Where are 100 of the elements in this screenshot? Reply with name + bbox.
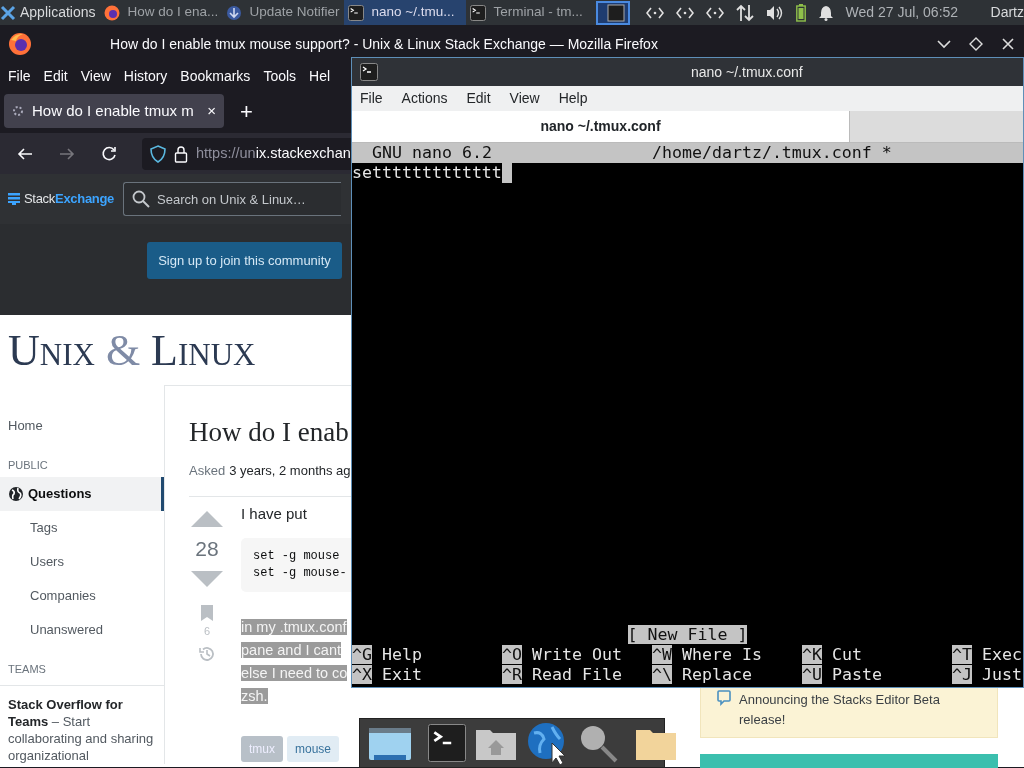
- post-text: else I need to co: [241, 664, 348, 681]
- shortcut-key: ^U: [802, 665, 822, 684]
- search-icon: [132, 190, 150, 208]
- browser-logo-icon: [8, 32, 32, 56]
- nav-item[interactable]: Companies: [0, 579, 164, 613]
- shortcut-key: ^R: [502, 665, 522, 684]
- lock-icon[interactable]: [174, 144, 188, 163]
- site-brand[interactable]: StackExchange: [8, 189, 115, 209]
- menu-item[interactable]: View: [509, 88, 540, 109]
- shortcut-label: Paste: [830, 665, 882, 684]
- section-heading: PUBLIC: [8, 457, 48, 473]
- menu-item[interactable]: Help: [558, 88, 588, 109]
- download-icon: [225, 4, 242, 21]
- nav-item[interactable]: Questions: [0, 477, 164, 511]
- site-logo[interactable]: Unix & Linux: [8, 329, 256, 373]
- menu-item[interactable]: History: [123, 65, 168, 87]
- shortcut-key: ^K: [802, 645, 822, 664]
- question-title: How do I enab: [189, 416, 350, 449]
- menu-item[interactable]: File: [360, 88, 383, 109]
- terminal-tab[interactable]: nano ~/.tmux.conf: [352, 111, 850, 142]
- asked-date: 3 years, 2 months ag: [229, 461, 351, 480]
- chat-icon: [717, 690, 731, 706]
- shortcut-label: Where Is: [680, 645, 762, 664]
- x-logo-icon: [0, 4, 16, 21]
- terminal-icon[interactable]: [428, 724, 466, 762]
- network-icon[interactable]: [705, 6, 724, 19]
- window-title: nano ~/.tmux.conf: [691, 62, 803, 82]
- loading-icon: [12, 105, 24, 117]
- menu-item[interactable]: Actions: [401, 88, 448, 109]
- search-field[interactable]: Search on Unix & Linux…: [123, 182, 341, 216]
- terminal-icon: [347, 4, 364, 21]
- transfer-icon[interactable]: [735, 3, 754, 22]
- volume-icon[interactable]: [765, 4, 784, 21]
- close-icon[interactable]: [1000, 36, 1016, 52]
- browser-tab[interactable]: How do I enable tmux m ×: [4, 94, 224, 128]
- code-block: set -g mouse set -g mouse-: [241, 537, 351, 592]
- taskbar-button[interactable]: How do I ena...: [99, 0, 222, 25]
- globe-icon: [8, 486, 24, 502]
- teams-promo: Stack Overflow for Teams – Start collaborating and sharing organizational: [0, 685, 164, 764]
- file-path: /home/dartz/.tmux.conf *: [652, 143, 892, 163]
- post-text: pane and I cant: [241, 641, 341, 658]
- status-message: [ New File ]: [627, 625, 748, 644]
- taskbar-button[interactable]: nano ~/.tmu...: [343, 0, 466, 25]
- post-text: in my .tmux.conf: [241, 618, 347, 635]
- editor-line: settttttttttttt: [352, 163, 502, 183]
- shortcut-key: ^G: [352, 645, 372, 664]
- shortcut-key: ^T: [952, 645, 972, 664]
- bookmark-count: 6: [203, 623, 211, 639]
- shortcut-key: ^O: [502, 645, 522, 664]
- applications-menu[interactable]: Applications: [0, 2, 100, 23]
- clock[interactable]: Wed 27 Jul, 06:52: [845, 2, 959, 23]
- tag[interactable]: mouse: [287, 735, 340, 762]
- nav-item[interactable]: Tags: [0, 511, 164, 545]
- shortcut-label: Read File: [530, 665, 622, 684]
- shield-icon[interactable]: [150, 144, 166, 163]
- notice-link[interactable]: Announcing the Stacks Editor Beta release!: [739, 690, 981, 729]
- new-tab-button[interactable]: +: [240, 94, 253, 128]
- stack-icon: [8, 193, 20, 205]
- menu-item[interactable]: Tools: [263, 65, 297, 87]
- nav-item[interactable]: Home: [0, 409, 164, 443]
- menu-item[interactable]: View: [80, 65, 111, 87]
- shortcut-key: ^X: [352, 665, 372, 684]
- shortcut-key: ^\: [652, 665, 672, 684]
- terminal-icon: [469, 4, 486, 21]
- shortcut-key: ^J: [952, 665, 972, 684]
- magnifier-icon[interactable]: [578, 723, 618, 763]
- workspace-icon[interactable]: [595, 0, 630, 25]
- post-text: I have put: [241, 504, 308, 524]
- signup-button[interactable]: Sign up to join this community: [147, 242, 342, 279]
- bell-icon[interactable]: [817, 4, 834, 21]
- menu-item[interactable]: Hel: [309, 65, 331, 87]
- post-text: zsh.: [241, 687, 268, 704]
- network-icon[interactable]: [645, 6, 664, 19]
- shortcut-label: Replace: [680, 665, 752, 684]
- shortcut-label: Help: [380, 645, 422, 664]
- battery-icon[interactable]: [795, 3, 806, 22]
- close-tab-button[interactable]: ×: [207, 99, 216, 123]
- nav-item[interactable]: Users: [0, 545, 164, 579]
- vote-count: 28: [195, 536, 219, 562]
- reload-icon[interactable]: [100, 144, 118, 163]
- taskbar-button[interactable]: Update Notifier: [221, 0, 344, 25]
- shortcut-label: Exec: [980, 645, 1022, 664]
- tab-title: How do I enable tmux m: [32, 100, 195, 121]
- section-heading: TEAMS: [8, 661, 46, 677]
- network-icon[interactable]: [675, 6, 694, 19]
- editor-version: GNU nano 6.2: [371, 143, 493, 163]
- shortcut-label: Write Out: [530, 645, 622, 664]
- window-title: How do I enable tmux mouse support? - Unix & Linux Stack Exchange — Mozilla Firefox: [109, 34, 659, 54]
- taskbar-button[interactable]: Terminal - tm...: [465, 0, 588, 25]
- menu-item[interactable]: Edit: [43, 65, 68, 87]
- shortcut-label: Just: [980, 665, 1022, 684]
- user-menu[interactable]: Dartz: [982, 2, 1024, 23]
- menu-item[interactable]: Edit: [466, 88, 491, 109]
- menu-item[interactable]: File: [8, 65, 31, 87]
- shortcut-key: ^W: [652, 645, 672, 664]
- nav-item[interactable]: Unanswered: [0, 613, 164, 647]
- browser-logo-icon: [103, 4, 120, 21]
- menu-item[interactable]: Bookmarks: [180, 65, 251, 87]
- terminal-icon: [360, 63, 378, 81]
- maximize-icon[interactable]: [968, 36, 984, 52]
